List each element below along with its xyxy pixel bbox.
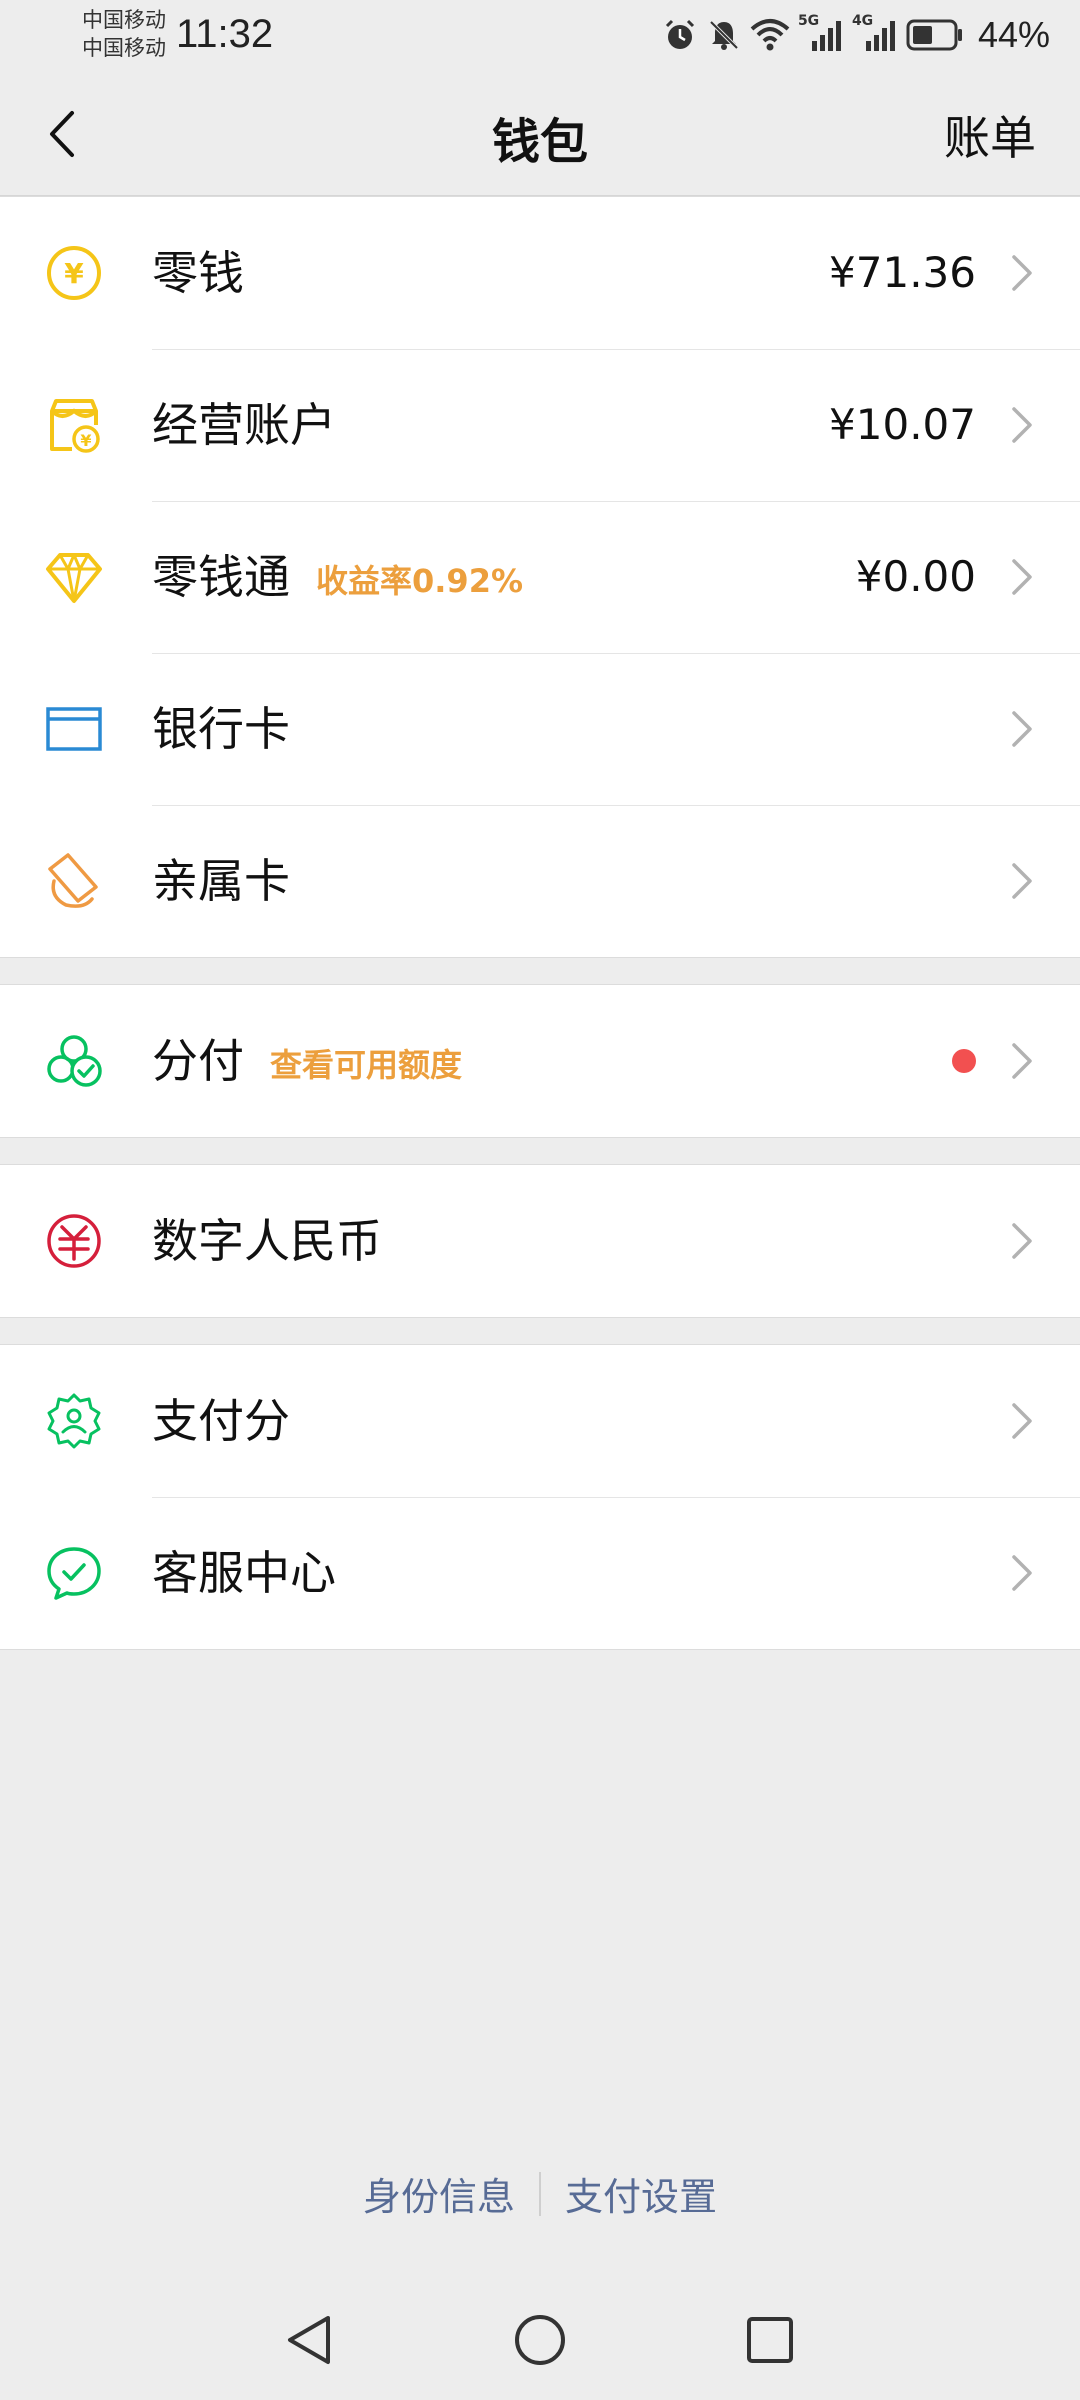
family-card-icon [44, 851, 104, 911]
chevron-right-icon [1012, 1555, 1032, 1591]
row-label: 零钱通 收益率0.92% [152, 501, 523, 653]
signal-5g: 5G [798, 13, 844, 53]
row-label-text: 零钱通 [152, 550, 290, 604]
system-recents-icon[interactable] [740, 2310, 800, 2370]
system-back-icon[interactable] [280, 2310, 340, 2370]
bank-card-icon [44, 699, 104, 759]
chevron-right-icon [1012, 407, 1032, 443]
credit-limit-tag: 查看可用额度 [270, 1045, 463, 1084]
nav-bar: 钱包 账单 [0, 72, 1080, 196]
row-label: 支付分 [152, 1394, 290, 1448]
chevron-right-icon [1012, 255, 1032, 291]
signal-4g: 4G [852, 13, 898, 53]
row-pay-score[interactable]: 支付分 [0, 1345, 1080, 1497]
wifi-icon [750, 19, 790, 51]
carrier-info: 中国移动 中国移动 [82, 6, 166, 62]
battery-icon [906, 19, 962, 51]
row-label-text: 分付 [152, 1034, 244, 1088]
wallet-group-digital-rmb: 数字人民币 [0, 1164, 1080, 1318]
row-change[interactable]: ¥ 零钱 ¥71.36 [0, 197, 1080, 349]
status-bar: 中国移动 中国移动 11:32 5G 4G 44% [0, 0, 1080, 72]
carrier-2: 中国移动 [82, 36, 166, 60]
row-customer-service[interactable]: 客服中心 [0, 1497, 1080, 1649]
row-label: 亲属卡 [152, 854, 290, 908]
digital-rmb-icon [44, 1211, 104, 1271]
battery-percent: 44% [977, 14, 1050, 55]
coin-icon: ¥ [44, 243, 104, 303]
wallet-group-balances: ¥ 零钱 ¥71.36 ¥ 经营账户 ¥10.07 零钱通 收益率0.92% ¥… [0, 196, 1080, 958]
chevron-right-icon [1012, 863, 1032, 899]
pay-score-icon [44, 1391, 104, 1451]
signal-bars-icon [811, 21, 841, 51]
row-label: 经营账户 [152, 398, 336, 452]
identity-info-link[interactable]: 身份信息 [339, 2166, 539, 2221]
status-icons: 5G 4G 44% [662, 13, 1050, 56]
fenfu-icon [44, 1031, 104, 1091]
system-nav-bar [0, 2300, 1080, 2380]
system-home-icon[interactable] [510, 2310, 570, 2370]
chevron-right-icon [1012, 559, 1032, 595]
chevron-right-icon [1012, 1043, 1032, 1079]
bills-button[interactable]: 账单 [944, 102, 1036, 168]
row-business-account[interactable]: ¥ 经营账户 ¥10.07 [0, 349, 1080, 501]
svg-text:¥: ¥ [64, 257, 84, 290]
alarm-icon [665, 19, 694, 49]
payment-settings-link[interactable]: 支付设置 [541, 2166, 741, 2221]
row-label: 零钱 [152, 246, 244, 300]
chevron-right-icon [1012, 1403, 1032, 1439]
row-family-card[interactable]: 亲属卡 [0, 805, 1080, 957]
row-lingqiantong[interactable]: 零钱通 收益率0.92% ¥0.00 [0, 501, 1080, 653]
row-bank-card[interactable]: 银行卡 [0, 653, 1080, 805]
row-label: 客服中心 [152, 1546, 336, 1600]
chevron-right-icon [1012, 1223, 1032, 1259]
row-value: ¥0.00 [855, 552, 976, 601]
svg-text:¥: ¥ [80, 431, 91, 450]
status-time: 11:32 [176, 12, 274, 56]
row-fenfu[interactable]: 分付 查看可用额度 [0, 985, 1080, 1137]
footer-links: 身份信息 支付设置 [0, 2166, 1080, 2221]
diamond-icon [44, 547, 104, 607]
row-value: ¥10.07 [829, 400, 976, 449]
yield-rate-tag: 收益率0.92% [316, 561, 524, 600]
customer-service-icon [44, 1543, 104, 1603]
shop-icon: ¥ [44, 395, 104, 455]
page-title: 钱包 [491, 114, 588, 170]
chevron-right-icon [1012, 711, 1032, 747]
row-digital-rmb[interactable]: 数字人民币 [0, 1165, 1080, 1317]
notification-dot [952, 1049, 976, 1073]
carrier-1: 中国移动 [82, 8, 166, 32]
row-label: 银行卡 [152, 702, 290, 756]
row-value: ¥71.36 [829, 248, 976, 297]
signal-bars-icon [865, 21, 895, 51]
wallet-group-services: 支付分 客服中心 [0, 1344, 1080, 1650]
row-label: 分付 查看可用额度 [152, 985, 462, 1137]
mute-bell-icon [709, 20, 739, 50]
wallet-group-fenfu: 分付 查看可用额度 [0, 984, 1080, 1138]
row-label: 数字人民币 [152, 1214, 382, 1268]
